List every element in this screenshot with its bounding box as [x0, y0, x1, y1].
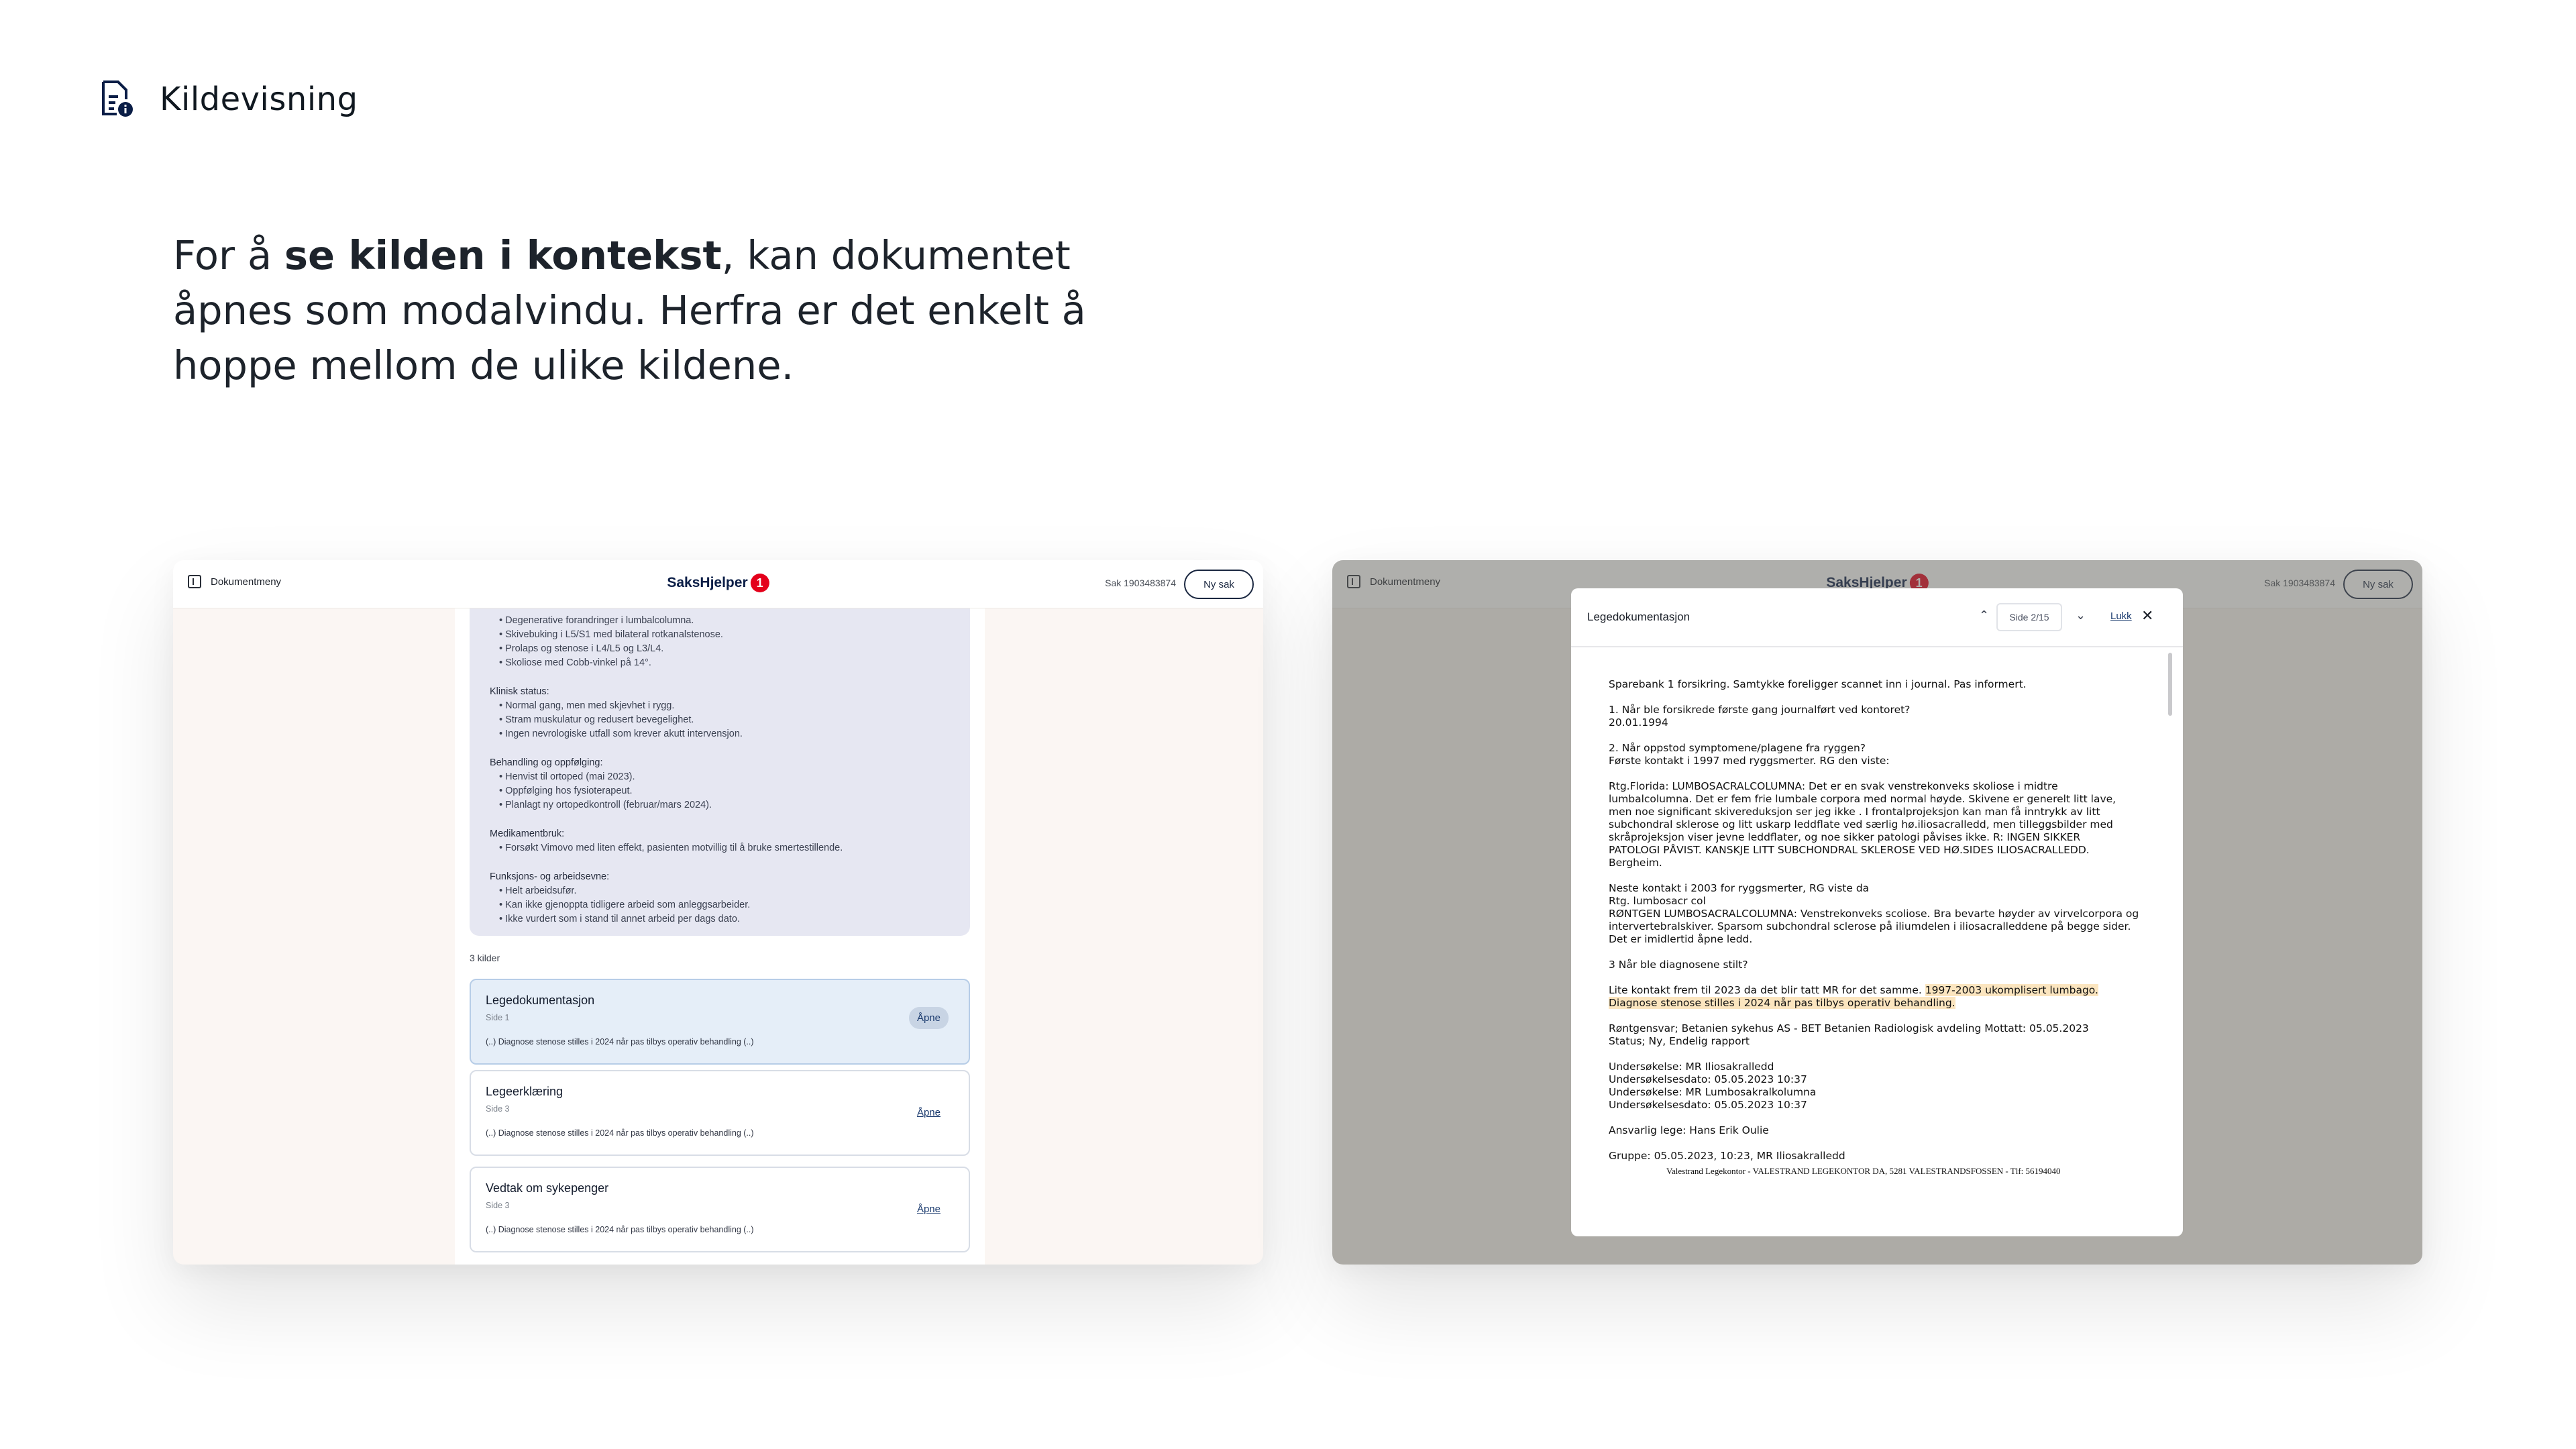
summary-item: Normal gang, men med skjevhet i rygg.	[499, 699, 950, 713]
summary-item: Degenerative forandringer i lumbalcolumn…	[499, 614, 950, 628]
source-page: Side 1	[486, 1013, 510, 1022]
document-paragraph: Neste kontakt i 2003 for ryggsmerter, RG…	[1609, 882, 2139, 945]
highlight-lead: Lite kontakt frem til 2023 da det blir t…	[1609, 984, 1925, 996]
logo-badge: 1	[750, 574, 769, 592]
summary-list: Helt arbeidsufør.Kan ikke gjenoppta tidl…	[490, 884, 950, 926]
content-column: Degenerative forandringer i lumbalcolumn…	[455, 608, 985, 1265]
document-paragraph: 3 Når ble diagnosene stilt?	[1609, 959, 1748, 971]
source-card[interactable]: Vedtak om sykepenger Side 3 (..) Diagnos…	[470, 1167, 970, 1252]
document-modal: Legedokumentasjon ⌃ Side 2/15 ⌄ Lukk ✕ S…	[1571, 588, 2183, 1236]
summary-list: Henvist til ortoped (mai 2023).Oppfølgin…	[490, 770, 950, 812]
source-page: Side 3	[486, 1201, 510, 1210]
summary-section-heading: Klinisk status:	[490, 686, 549, 697]
summary-list: Degenerative forandringer i lumbalcolumn…	[490, 614, 950, 670]
summary-list: Normal gang, men med skjevhet i rygg.Str…	[490, 699, 950, 741]
source-excerpt: (..) Diagnose stenose stilles i 2024 når…	[486, 1128, 754, 1138]
document-paragraph: Undersøkelse: MR Iliosakralledd Undersøk…	[1609, 1061, 1817, 1111]
summary-item: Ikke vurdert som i stand til annet arbei…	[499, 912, 950, 926]
new-case-button[interactable]: Ny sak	[1184, 570, 1254, 599]
intro-before: For å	[173, 232, 284, 278]
document-paragraph: Sparebank 1 forsikring. Samtykke forelig…	[1609, 678, 2027, 690]
summary-section-heading: Behandling og oppfølging:	[490, 757, 603, 768]
scrollbar[interactable]	[2168, 653, 2172, 716]
summary-item: Oppfølging hos fysioterapeut.	[499, 784, 950, 798]
summary-item: Ingen nevrologiske utfall som krever aku…	[499, 727, 950, 741]
open-source-button[interactable]: Åpne	[908, 1007, 949, 1029]
source-page: Side 3	[486, 1104, 510, 1114]
page-header: Kildevisning	[101, 80, 358, 118]
page-indicator[interactable]: Side 2/15	[1996, 603, 2062, 631]
intro-text: For å se kilden i kontekst, kan dokument…	[173, 228, 1112, 393]
screen-document-modal: Dokumentmeny SaksHjelper 1 Sak 190348387…	[1332, 560, 2422, 1265]
source-excerpt: (..) Diagnose stenose stilles i 2024 når…	[486, 1225, 754, 1234]
summary-section-heading: Medikamentbruk:	[490, 828, 565, 839]
summary-item: Prolaps og stenose i L4/L5 og L3/L4.	[499, 642, 950, 656]
summary-item: Forsøkt Vimovo med liten effekt, pasient…	[499, 841, 950, 855]
close-link[interactable]: Lukk	[2110, 610, 2132, 622]
page-title: Kildevisning	[160, 80, 358, 118]
document-paragraph: 1. Når ble forsikrede første gang journa…	[1609, 704, 1911, 729]
document-paragraph: Gruppe: 05.05.2023, 10:23, MR Iliosakral…	[1609, 1150, 1845, 1162]
open-source-button[interactable]: Åpne	[909, 1102, 949, 1124]
summary-item: Kan ikke gjenoppta tidligere arbeid som …	[499, 898, 950, 912]
document-paragraphs: Sparebank 1 forsikring. Samtykke forelig…	[1609, 678, 2159, 971]
open-source-button[interactable]: Åpne	[909, 1198, 949, 1220]
modal-title: Legedokumentasjon	[1587, 610, 1690, 623]
document-paragraph: Ansvarlig lege: Hans Erik Oulie	[1609, 1124, 1769, 1136]
intro-bold: se kilden i kontekst	[284, 232, 722, 278]
source-title: Legeerklæring	[486, 1085, 564, 1098]
document-body: Sparebank 1 forsikring. Samtykke forelig…	[1609, 678, 2159, 1177]
summary-item: Helt arbeidsufør.	[499, 884, 950, 898]
sources-count: 3 kilder	[470, 953, 500, 963]
summary-item: Skivebuking i L5/S1 med bilateral rotkan…	[499, 628, 950, 642]
summary-list: Forsøkt Vimovo med liten effekt, pasient…	[490, 841, 950, 855]
logo-text: SaksHjelper	[667, 575, 748, 590]
summary-item: Planlagt ny ortopedkontroll (februar/mar…	[499, 798, 950, 812]
document-paragraph: Rtg.Florida: LUMBOSACRALCOLUMNA: Det er …	[1609, 780, 2116, 869]
highlight-paragraph: Lite kontakt frem til 2023 da det blir t…	[1609, 984, 2159, 1010]
source-card[interactable]: Legeerklæring Side 3 (..) Diagnose steno…	[470, 1070, 970, 1156]
summary-section-heading: Funksjons- og arbeidsevne:	[490, 871, 610, 882]
source-title: Legedokumentasjon	[486, 994, 595, 1007]
document-paragraph: Røntgensvar; Betanien sykehus AS - BET B…	[1609, 1022, 2089, 1047]
document-paragraph: 2. Når oppstod symptomene/plagene fra ry…	[1609, 742, 1890, 767]
source-highlight: 1997-2003 ukomplisert lumbago.	[1925, 984, 2098, 996]
document-menu-button[interactable]: Dokumentmeny	[188, 575, 281, 588]
summary-item: Stram muskulatur og redusert bevegelighe…	[499, 713, 950, 727]
chevron-up-icon[interactable]: ⌃	[1979, 608, 1989, 623]
source-highlight: Diagnose stenose stilles i 2024 når pas …	[1609, 997, 1955, 1009]
chevron-down-icon[interactable]: ⌄	[2076, 608, 2086, 623]
document-info-icon	[102, 80, 133, 117]
screen-summary: Dokumentmeny SaksHjelper 1 Sak 190348387…	[173, 560, 1263, 1265]
document-footer: Valestrand Legekontor - VALESTRAND LEGEK…	[1666, 1166, 2061, 1176]
summary-card: Degenerative forandringer i lumbalcolumn…	[470, 608, 970, 936]
source-title: Vedtak om sykepenger	[486, 1181, 609, 1195]
summary-item: Skoliose med Cobb-vinkel på 14°.	[499, 656, 950, 670]
app-bar: Dokumentmeny SaksHjelper 1 Sak 190348387…	[173, 560, 1263, 608]
document-menu-label: Dokumentmeny	[211, 576, 282, 588]
close-icon[interactable]: ✕	[2141, 607, 2153, 625]
case-id: Sak 1903483874	[1105, 578, 1176, 588]
source-excerpt: (..) Diagnose stenose stilles i 2024 når…	[486, 1037, 754, 1046]
modal-header: Legedokumentasjon ⌃ Side 2/15 ⌄ Lukk ✕	[1571, 588, 2183, 647]
app-logo: SaksHjelper 1	[667, 574, 769, 592]
source-card[interactable]: Legedokumentasjon Side 1 (..) Diagnose s…	[470, 979, 970, 1065]
summary-item: Henvist til ortoped (mai 2023).	[499, 770, 950, 784]
sidebar-icon	[188, 575, 201, 588]
document-paragraphs: Røntgensvar; Betanien sykehus AS - BET B…	[1609, 1022, 2159, 1163]
